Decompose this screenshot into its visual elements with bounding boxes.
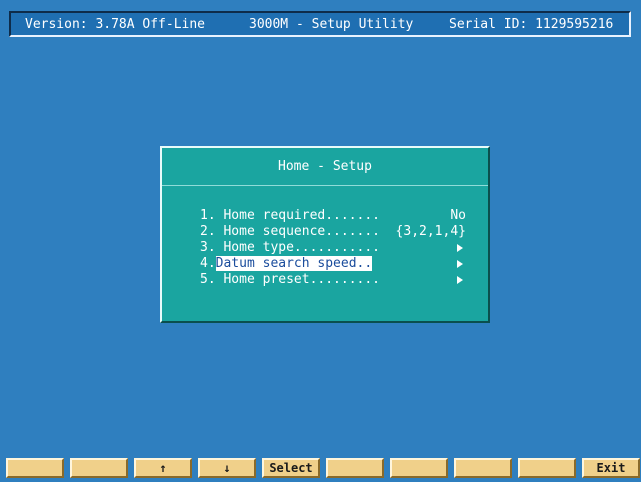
menu-item-label: 3. Home type...........: [200, 240, 381, 255]
function-key-8[interactable]: [454, 458, 512, 478]
down-arrow-key[interactable]: ↓: [198, 458, 256, 478]
app-title: 3000M - Setup Utility: [249, 17, 414, 32]
menu-item-number: 4.: [200, 256, 216, 271]
function-key-bar: ↑ ↓ Select Exit: [6, 458, 640, 478]
serial-id-label: Serial ID: 1129595216: [449, 17, 614, 32]
setup-screen: Version: 3.78A Off-Line 3000M - Setup Ut…: [0, 0, 641, 482]
version-label: Version: 3.78A Off-Line: [25, 17, 206, 32]
selected-item-highlight: Datum search speed..: [215, 256, 373, 271]
menu-item-label: 5. Home preset.........: [200, 272, 381, 287]
menu-item-home-sequence[interactable]: 2. Home sequence....... {3,2,1,4}: [200, 224, 470, 240]
menu-item-value: {3,2,1,4}: [395, 224, 466, 239]
submenu-arrow-icon: [457, 276, 463, 284]
menu-item-home-required[interactable]: 1. Home required....... No: [200, 208, 470, 224]
submenu-arrow-icon: [457, 244, 463, 252]
dialog-title: Home - Setup: [162, 148, 488, 186]
status-header: Version: 3.78A Off-Line 3000M - Setup Ut…: [9, 11, 631, 37]
function-key-9[interactable]: [518, 458, 576, 478]
menu-item-label: 1. Home required.......: [200, 208, 381, 223]
menu-item-label: 4.Datum search speed..: [200, 256, 373, 272]
submenu-arrow-icon: [457, 260, 463, 268]
menu-item-label: 2. Home sequence.......: [200, 224, 381, 239]
select-button[interactable]: Select: [262, 458, 320, 478]
menu-item-datum-search-speed[interactable]: 4.Datum search speed..: [200, 256, 470, 272]
menu-item-home-type[interactable]: 3. Home type...........: [200, 240, 470, 256]
menu-item-value: No: [450, 208, 466, 223]
up-arrow-key[interactable]: ↑: [134, 458, 192, 478]
function-key-6[interactable]: [326, 458, 384, 478]
menu-item-home-preset[interactable]: 5. Home preset.........: [200, 272, 470, 288]
function-key-7[interactable]: [390, 458, 448, 478]
function-key-1[interactable]: [6, 458, 64, 478]
exit-button[interactable]: Exit: [582, 458, 640, 478]
home-setup-dialog: Home - Setup 1. Home required....... No …: [160, 146, 490, 323]
setup-menu: 1. Home required....... No 2. Home seque…: [200, 208, 470, 288]
function-key-2[interactable]: [70, 458, 128, 478]
